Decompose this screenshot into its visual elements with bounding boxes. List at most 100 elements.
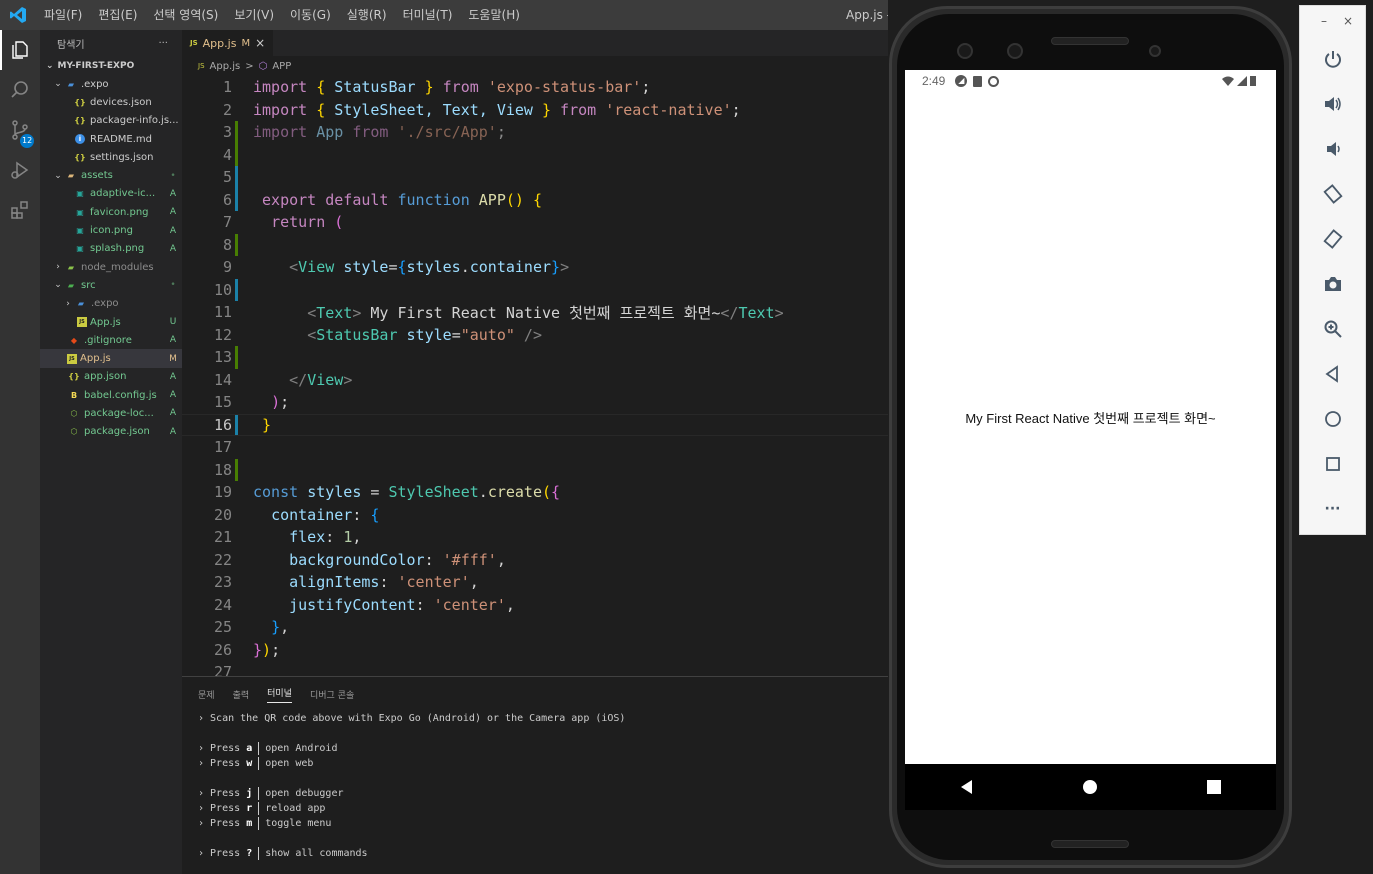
screenshot-button[interactable] bbox=[1300, 261, 1365, 306]
tab-app-js[interactable]: JS App.js M × bbox=[182, 30, 274, 56]
tree-label: icon.png bbox=[90, 225, 133, 237]
code-line: 3 import App from './src/App'; bbox=[182, 121, 888, 144]
line-number: 7 bbox=[222, 213, 232, 232]
tab-problems[interactable]: 문제 bbox=[198, 688, 215, 701]
tree-folder-src[interactable]: ⌄ ▰ src • bbox=[40, 276, 182, 294]
line-number: 4 bbox=[222, 145, 232, 164]
tree-file-packager-info[interactable]: {} packager-info.js... bbox=[40, 112, 182, 130]
line-number: 9 bbox=[222, 258, 232, 277]
nav-recents-icon[interactable] bbox=[1206, 779, 1222, 795]
chevron-down-icon: ⌄ bbox=[46, 61, 54, 71]
explorer-more-button[interactable]: ··· bbox=[158, 38, 168, 49]
nav-back-icon[interactable] bbox=[959, 779, 975, 795]
more-options-button[interactable]: ··· bbox=[1300, 486, 1365, 531]
menu-edit[interactable]: 편집(E) bbox=[90, 0, 145, 30]
tree-file-adaptive-icon[interactable]: ▣ adaptive-ic... A bbox=[40, 185, 182, 203]
overview-button[interactable] bbox=[1300, 441, 1365, 486]
proximity-sensor-icon bbox=[1149, 45, 1161, 57]
code-line: 18 bbox=[182, 458, 888, 482]
tree-file-package-lock[interactable]: ⬡ package-loc... A bbox=[40, 404, 182, 422]
tree-file-icon-png[interactable]: ▣ icon.png A bbox=[40, 221, 182, 239]
tree-file-splash[interactable]: ▣ splash.png A bbox=[40, 240, 182, 258]
explorer-icon[interactable] bbox=[0, 30, 40, 70]
tree-file-readme[interactable]: i README.md bbox=[40, 130, 182, 148]
tab-terminal[interactable]: 터미널 bbox=[267, 686, 292, 703]
rotate-right-button[interactable] bbox=[1300, 216, 1365, 261]
tree-file-src-app-js[interactable]: JS App.js U bbox=[40, 313, 182, 331]
menu-view[interactable]: 보기(V) bbox=[226, 0, 282, 30]
code-line: 17 bbox=[182, 436, 888, 459]
volume-up-button[interactable] bbox=[1300, 81, 1365, 126]
image-file-icon: ▣ bbox=[76, 226, 84, 236]
rotate-left-button[interactable] bbox=[1300, 171, 1365, 216]
tab-output[interactable]: 출력 bbox=[233, 688, 250, 701]
code-line: 5 bbox=[182, 166, 888, 189]
front-sensor-icon bbox=[957, 43, 973, 59]
tree-label: .gitignore bbox=[84, 334, 132, 346]
tree-file-app-json[interactable]: {} app.json A bbox=[40, 368, 182, 386]
line-number: 1 bbox=[222, 78, 232, 97]
source-control-icon[interactable]: 12 bbox=[0, 110, 40, 150]
tree-label: .expo bbox=[91, 298, 119, 310]
line-number: 13 bbox=[213, 348, 232, 367]
tree-status: A bbox=[169, 371, 177, 382]
line-number: 12 bbox=[213, 325, 232, 344]
rotate-left-icon bbox=[1322, 183, 1343, 204]
terminal-line: › Press j open debugger bbox=[198, 786, 344, 800]
menu-help[interactable]: 도움말(H) bbox=[460, 0, 528, 30]
menu-file[interactable]: 파일(F) bbox=[36, 0, 90, 30]
menu-run[interactable]: 실행(R) bbox=[339, 0, 395, 30]
line-number: 27 bbox=[213, 663, 232, 676]
menu-go[interactable]: 이동(G) bbox=[282, 0, 339, 30]
tree-file-settings-json[interactable]: {} settings.json bbox=[40, 148, 182, 166]
zoom-button[interactable] bbox=[1300, 306, 1365, 351]
close-button[interactable]: × bbox=[1343, 14, 1353, 28]
back-button[interactable] bbox=[1300, 351, 1365, 396]
code-line: 24 justifyContent: 'center', bbox=[182, 594, 888, 617]
run-debug-icon[interactable] bbox=[0, 150, 40, 190]
line-number: 24 bbox=[213, 595, 232, 614]
sync-icon bbox=[988, 75, 1000, 87]
line-number: 6 bbox=[222, 190, 232, 209]
code-area[interactable]: 1 import { StatusBar } from 'expo-status-… bbox=[182, 76, 888, 676]
tab-close-icon[interactable]: × bbox=[255, 36, 265, 50]
volume-down-button[interactable] bbox=[1300, 126, 1365, 171]
extensions-icon[interactable] bbox=[0, 190, 40, 230]
line-number: 10 bbox=[213, 280, 232, 299]
zoom-icon bbox=[1324, 320, 1342, 338]
tree-file-gitignore[interactable]: ◆ .gitignore A bbox=[40, 331, 182, 349]
tree-label: src bbox=[81, 279, 96, 291]
tree-folder-assets[interactable]: ⌄ ▰ assets • bbox=[40, 166, 182, 184]
tree-status: M bbox=[169, 353, 177, 364]
tree-folder-expo[interactable]: ⌄ ▰ .expo bbox=[40, 75, 182, 93]
line-number: 5 bbox=[222, 168, 232, 187]
breadcrumb-symbol[interactable]: APP bbox=[272, 61, 291, 72]
tree-file-babel-config[interactable]: B babel.config.js A bbox=[40, 386, 182, 404]
line-number: 16 bbox=[213, 415, 232, 434]
power-button[interactable] bbox=[1300, 36, 1365, 81]
tree-file-favicon[interactable]: ▣ favicon.png A bbox=[40, 203, 182, 221]
menu-selection[interactable]: 선택 영역(S) bbox=[145, 0, 226, 30]
project-folder[interactable]: ⌄ MY-FIRST-EXPO bbox=[40, 57, 182, 75]
tab-debug-console[interactable]: 디버그 콘솔 bbox=[310, 688, 354, 701]
breadcrumb-file[interactable]: App.js bbox=[210, 61, 241, 72]
menu-terminal[interactable]: 터미널(T) bbox=[395, 0, 461, 30]
tree-folder-src-expo[interactable]: › ▰ .expo bbox=[40, 295, 182, 313]
tree-file-package-json[interactable]: ⬡ package.json A bbox=[40, 423, 182, 441]
breadcrumb: JS App.js > ⬡ APP bbox=[182, 56, 888, 76]
tree-folder-node-modules[interactable]: › ▰ node_modules bbox=[40, 258, 182, 276]
code-line: 26}); bbox=[182, 639, 888, 662]
search-icon[interactable] bbox=[0, 70, 40, 110]
tree-file-app-js[interactable]: JS App.js M bbox=[40, 349, 182, 368]
nav-home-icon[interactable] bbox=[1082, 779, 1098, 795]
phone-screen[interactable]: 2:49 ◢ My First React Native 첫번째 프로젝트 화면… bbox=[905, 70, 1276, 764]
home-button[interactable] bbox=[1300, 396, 1365, 441]
tree-file-devices-json[interactable]: {} devices.json bbox=[40, 93, 182, 111]
line-number: 15 bbox=[213, 393, 232, 412]
line-number: 18 bbox=[213, 460, 232, 479]
terminal[interactable]: › Scan the QR code above with Expo Go (A… bbox=[182, 711, 888, 861]
tree-label: favicon.png bbox=[90, 206, 149, 218]
git-icon: ◆ bbox=[70, 335, 78, 345]
minimize-button[interactable]: – bbox=[1321, 14, 1327, 28]
code-line: 13 bbox=[182, 346, 888, 369]
